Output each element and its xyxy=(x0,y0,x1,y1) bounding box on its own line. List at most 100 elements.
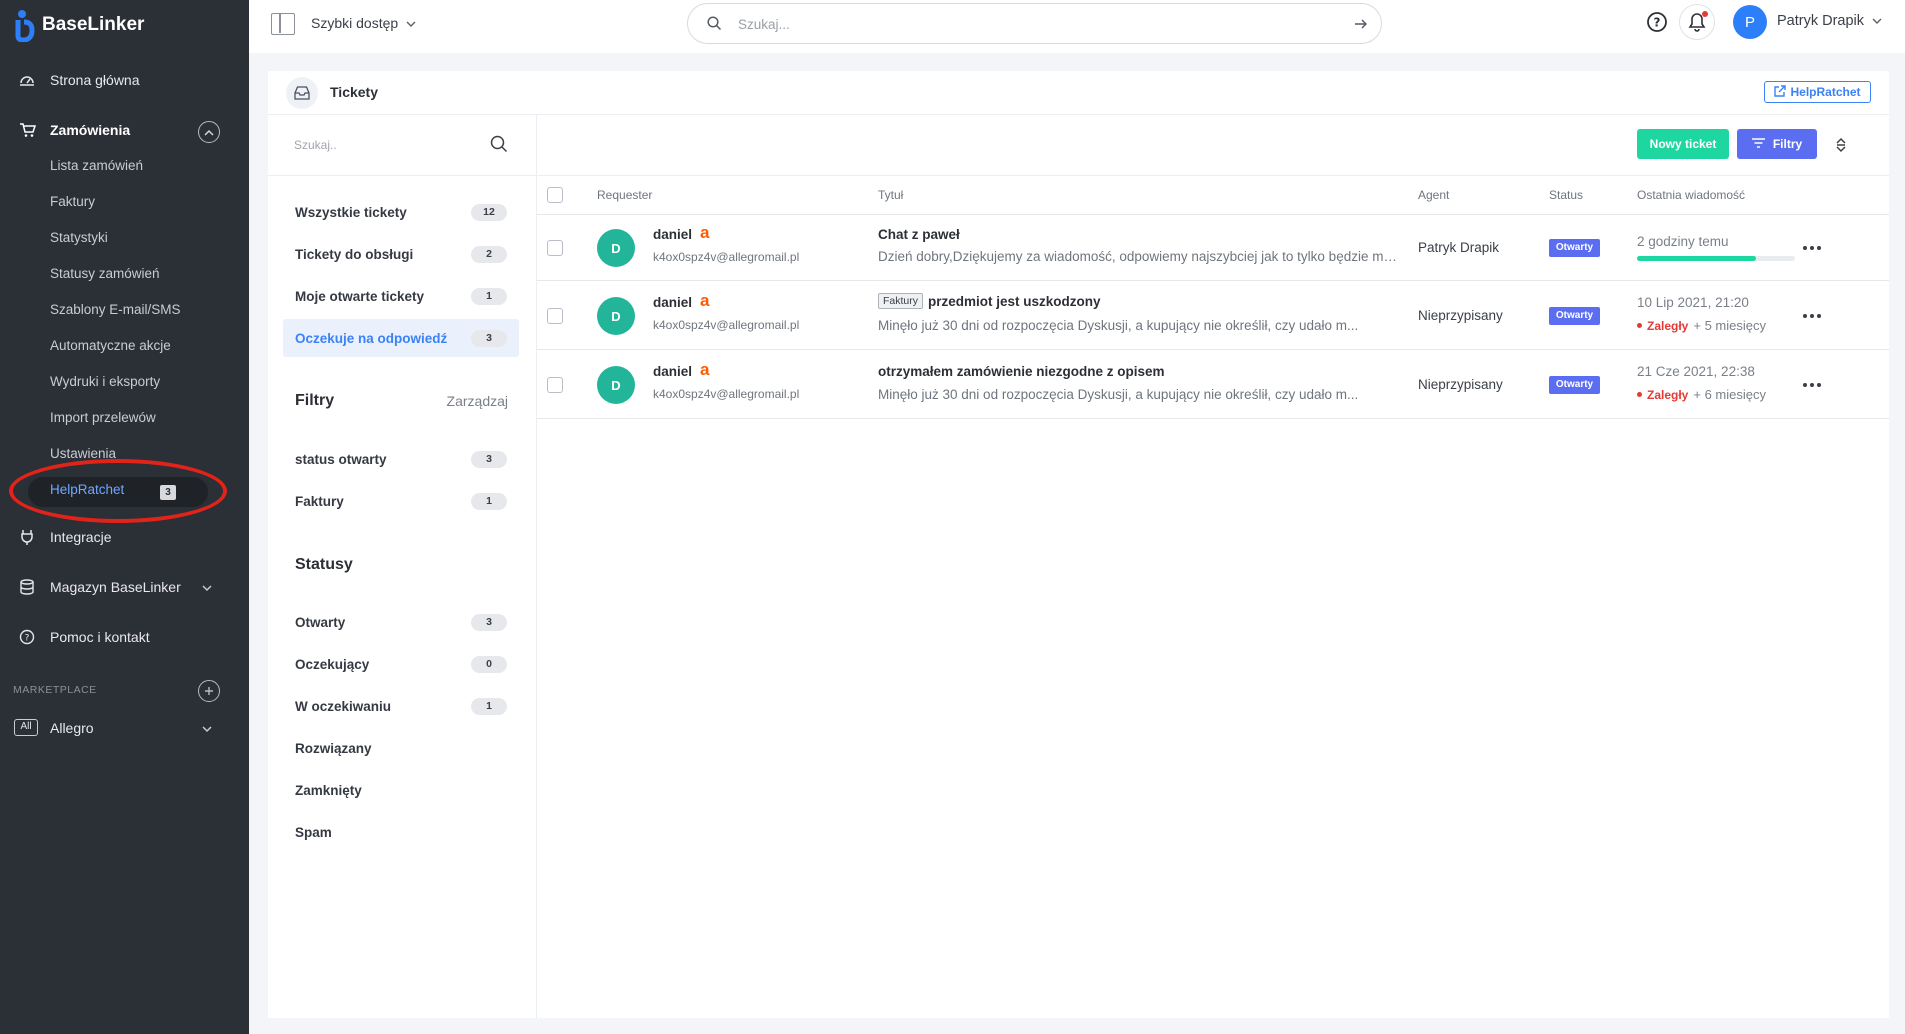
row-more-actions-icon[interactable] xyxy=(1803,383,1821,387)
select-all-checkbox[interactable] xyxy=(547,187,563,203)
table-row[interactable]: D daniel a k4ox0spz4v@allegromail.pl Cha… xyxy=(537,215,1889,281)
column-title[interactable]: Tytuł xyxy=(878,188,903,202)
count-badge: 3 xyxy=(471,451,507,468)
status-solved[interactable]: Rozwiązany xyxy=(283,729,519,767)
row-checkbox[interactable] xyxy=(547,308,563,324)
toggle-sidebar-icon[interactable] xyxy=(271,13,295,35)
sidebar-item-auto-actions[interactable]: Automatyczne akcje xyxy=(50,335,171,357)
panel-header: Tickety HelpRatchet xyxy=(268,71,1889,115)
helpratchet-external-link[interactable]: HelpRatchet xyxy=(1764,81,1871,103)
requester-name[interactable]: daniel xyxy=(653,364,692,379)
requester-email: k4ox0spz4v@allegromail.pl xyxy=(653,387,800,401)
column-requester[interactable]: Requester xyxy=(597,188,652,202)
arrow-right-icon[interactable] xyxy=(1354,17,1368,35)
requester-name[interactable]: daniel xyxy=(653,227,692,242)
filter-status-open[interactable]: status otwarty 3 xyxy=(283,440,519,478)
status-pending[interactable]: Oczekujący 0 xyxy=(283,645,519,683)
global-search-input[interactable] xyxy=(736,14,1316,34)
nav-allegro[interactable]: Allegro xyxy=(0,713,249,743)
quick-access-label: Szybki dostęp xyxy=(311,15,399,31)
page-title: Tickety xyxy=(330,84,378,100)
requester-email: k4ox0spz4v@allegromail.pl xyxy=(653,318,800,332)
count-badge: 0 xyxy=(471,656,507,673)
column-status[interactable]: Status xyxy=(1549,188,1583,202)
ticket-tag: Faktury xyxy=(878,293,924,309)
help-circle-icon: ? xyxy=(18,628,36,646)
nav-integrations[interactable]: Integracje xyxy=(0,522,249,552)
tickets-toolbar: Nowy ticket Filtry xyxy=(537,115,1889,176)
last-message-time: 21 Cze 2021, 22:38 xyxy=(1637,364,1755,379)
user-avatar[interactable]: P xyxy=(1733,5,1767,39)
overdue-dot xyxy=(1637,392,1642,397)
ticket-title-text: Chat z paweł xyxy=(878,227,960,242)
filters-button[interactable]: Filtry xyxy=(1737,129,1817,159)
status-on-hold[interactable]: W oczekiwaniu 1 xyxy=(283,687,519,725)
status-closed[interactable]: Zamknięty xyxy=(283,771,519,809)
views-search-input[interactable] xyxy=(292,137,482,153)
row-more-actions-icon[interactable] xyxy=(1803,246,1821,250)
logo[interactable]: BaseLinker xyxy=(14,8,144,43)
chevron-down-icon xyxy=(202,720,212,736)
collapse-orders-chevron-up-icon[interactable] xyxy=(198,121,220,143)
new-ticket-button[interactable]: Nowy ticket xyxy=(1637,129,1729,159)
avatar: D xyxy=(597,366,635,404)
filter-invoices[interactable]: Faktury 1 xyxy=(283,482,519,520)
table-row[interactable]: D daniel a k4ox0spz4v@allegromail.pl Fak… xyxy=(537,281,1889,350)
view-awaiting-reply[interactable]: Oczekuje na odpowiedź 3 xyxy=(283,319,519,357)
manage-filters-link[interactable]: Zarządzaj xyxy=(447,393,508,409)
view-my-open[interactable]: Moje otwarte tickety 1 xyxy=(283,277,519,315)
helpratchet-link-label: HelpRatchet xyxy=(1790,85,1861,99)
row-checkbox[interactable] xyxy=(547,240,563,256)
database-icon xyxy=(18,578,36,596)
status-open[interactable]: Otwarty 3 xyxy=(283,603,519,641)
column-last-message[interactable]: Ostatnia wiadomość xyxy=(1637,188,1745,202)
status-label: Otwarty xyxy=(295,614,346,630)
status-label: Oczekujący xyxy=(295,656,370,672)
table-row[interactable]: D daniel a k4ox0spz4v@allegromail.pl otr… xyxy=(537,350,1889,419)
sla-progress-bar xyxy=(1637,256,1795,261)
nav-help-label: Pomoc i kontakt xyxy=(50,629,150,645)
add-marketplace-plus-icon[interactable] xyxy=(198,680,220,702)
column-agent[interactable]: Agent xyxy=(1418,188,1449,202)
statuses-heading: Statusy xyxy=(295,556,353,573)
status-spam[interactable]: Spam xyxy=(283,813,519,851)
baselinker-logo-icon xyxy=(14,8,36,43)
allegro-marketplace-icon: a xyxy=(700,223,710,242)
nav-home[interactable]: Strona główna xyxy=(0,65,249,95)
nav-warehouse[interactable]: Magazyn BaseLinker xyxy=(0,572,249,602)
sidebar-item-payment-import[interactable]: Import przelewów xyxy=(50,407,156,429)
ticket-title[interactable]: otrzymałem zamówienie niezgodne z opisem xyxy=(878,364,1165,379)
help-question-icon[interactable]: ? xyxy=(1639,4,1675,40)
overdue-duration: + 5 miesięcy xyxy=(1693,318,1766,333)
chevron-down-icon xyxy=(1872,13,1882,29)
sidebar-item-invoices[interactable]: Faktury xyxy=(50,191,95,213)
sidebar-item-email-templates[interactable]: Szablony E-mail/SMS xyxy=(50,299,181,321)
count-badge: 1 xyxy=(471,698,507,715)
row-checkbox[interactable] xyxy=(547,377,563,393)
user-name: Patryk Drapik xyxy=(1777,13,1865,29)
overdue-label: Zaległy xyxy=(1647,387,1689,402)
quick-access-dropdown[interactable]: Szybki dostęp xyxy=(311,15,416,31)
svg-text:?: ? xyxy=(25,634,30,644)
filter-label: Faktury xyxy=(295,493,344,509)
search-icon[interactable] xyxy=(490,135,508,158)
sidebar-item-prints-exports[interactable]: Wydruki i eksporty xyxy=(50,371,160,393)
view-to-handle[interactable]: Tickety do obsługi 2 xyxy=(283,235,519,273)
status-label: Zamknięty xyxy=(295,782,362,798)
status-badge: Otwarty xyxy=(1549,307,1600,325)
sidebar-item-order-list[interactable]: Lista zamówień xyxy=(50,155,143,177)
count-badge: 1 xyxy=(471,288,507,305)
nav-help[interactable]: ? Pomoc i kontakt xyxy=(0,622,249,652)
ticket-title[interactable]: Faktury przedmiot jest uszkodzony xyxy=(878,293,1101,309)
sidebar-item-statistics[interactable]: Statystyki xyxy=(50,227,108,249)
count-badge: 3 xyxy=(471,614,507,631)
allegro-marketplace-icon: a xyxy=(700,360,710,379)
row-more-actions-icon[interactable] xyxy=(1803,314,1821,318)
view-all-tickets[interactable]: Wszystkie tickety 12 xyxy=(283,193,519,231)
sidebar-item-order-statuses[interactable]: Statusy zamówień xyxy=(50,263,160,285)
ticket-title[interactable]: Chat z paweł xyxy=(878,227,960,242)
sort-icon[interactable] xyxy=(1835,137,1847,158)
user-menu[interactable]: Patryk Drapik xyxy=(1777,13,1882,29)
requester-name[interactable]: daniel xyxy=(653,295,692,310)
notifications-bell-icon[interactable] xyxy=(1679,4,1715,40)
